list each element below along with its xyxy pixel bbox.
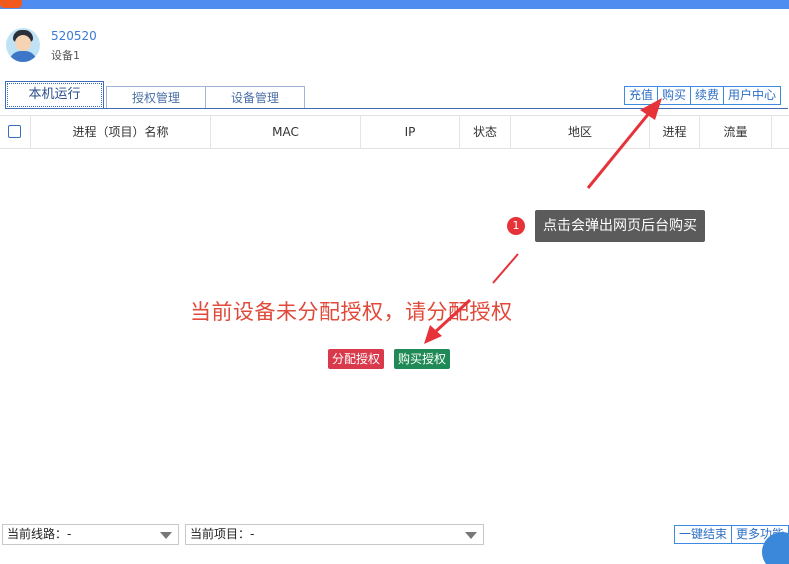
user-center-button[interactable]: 用户中心	[723, 86, 782, 105]
tip-number-badge: 1	[507, 217, 525, 235]
column-mac[interactable]: MAC	[211, 116, 361, 149]
annotation-arrows	[424, 98, 662, 344]
title-bar	[0, 0, 789, 9]
user-panel: 520520 设备1	[6, 28, 206, 64]
top-button-group: 充值 购买 续费 用户中心	[624, 86, 782, 105]
bottom-bar: 当前线路：- 当前项目：- 一键结束 更多功能	[0, 524, 789, 546]
recharge-button[interactable]: 充值	[624, 86, 659, 105]
purchase-button[interactable]: 购买	[657, 86, 692, 105]
app-logo-icon	[0, 0, 22, 8]
avatar	[6, 28, 40, 62]
column-ip[interactable]: IP	[361, 116, 460, 149]
empty-message: 当前设备未分配授权，请分配授权	[190, 300, 513, 324]
chevron-down-icon	[465, 532, 477, 539]
tab-local-run[interactable]: 本机运行	[5, 81, 104, 109]
line-select-label: 当前线路：-	[7, 527, 72, 541]
column-process-name[interactable]: 进程（项目）名称	[31, 116, 211, 149]
arrow-head-buy-auth	[424, 325, 442, 344]
status-bar	[0, 552, 789, 564]
tab-divider	[5, 108, 788, 109]
column-region[interactable]: 地区	[511, 116, 650, 149]
tab-auth-manage[interactable]: 授权管理	[106, 86, 206, 109]
tooltip: 点击会弹出网页后台购买	[535, 210, 705, 242]
buy-auth-button[interactable]: 购买授权	[394, 349, 451, 369]
select-all-cell	[0, 116, 31, 149]
end-all-button[interactable]: 一键结束	[674, 525, 732, 544]
renew-button[interactable]: 续费	[690, 86, 725, 105]
arrow-to-buy-auth	[492, 253, 519, 284]
project-select-label: 当前项目：-	[190, 527, 255, 541]
assign-auth-button[interactable]: 分配授权	[328, 349, 385, 369]
user-id: 520520	[51, 29, 97, 43]
column-status[interactable]: 状态	[460, 116, 511, 149]
project-select[interactable]: 当前项目：-	[185, 524, 484, 545]
tab-device-manage[interactable]: 设备管理	[205, 86, 305, 109]
chevron-down-icon	[160, 532, 172, 539]
line-select[interactable]: 当前线路：-	[2, 524, 179, 545]
table-header: 进程（项目）名称 MAC IP 状态 地区 进程 流量	[0, 115, 789, 149]
select-all-checkbox[interactable]	[8, 125, 21, 138]
device-name: 设备1	[51, 49, 80, 62]
column-process[interactable]: 进程	[650, 116, 700, 149]
column-traffic[interactable]: 流量	[700, 116, 772, 149]
